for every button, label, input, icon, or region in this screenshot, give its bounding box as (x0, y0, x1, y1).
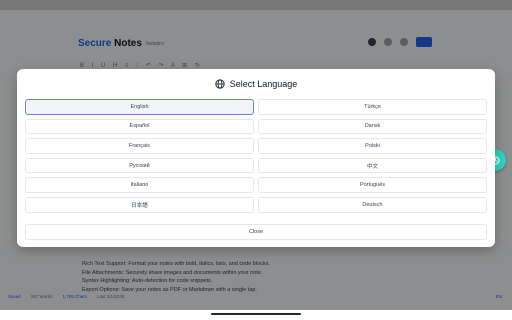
language-dialog: Select Language English Türkçe Español D… (17, 69, 495, 247)
language-option-italian[interactable]: Italiano (25, 177, 254, 193)
language-option-french[interactable]: Français (25, 138, 254, 154)
language-option-polish[interactable]: Polski (258, 138, 487, 154)
close-button[interactable]: Close (25, 224, 487, 240)
language-option-russian[interactable]: Русский (25, 157, 254, 174)
language-option-japanese[interactable]: 日本語 (25, 196, 254, 213)
dialog-header: Select Language (17, 77, 495, 91)
language-option-chinese[interactable]: 中文 (258, 157, 487, 174)
dialog-title: Select Language (229, 79, 298, 89)
language-option-german[interactable]: Deutsch (258, 196, 487, 213)
language-option-portuguese[interactable]: Português (258, 177, 487, 193)
globe-icon (215, 79, 225, 89)
language-option-danish[interactable]: Dansk (258, 118, 487, 135)
language-option-english[interactable]: English (25, 99, 254, 115)
navigation-bar (0, 310, 512, 320)
language-option-turkish[interactable]: Türkçe (258, 99, 487, 115)
home-indicator[interactable] (211, 313, 301, 315)
language-option-spanish[interactable]: Español (25, 118, 254, 135)
language-grid: English Türkçe Español Dansk Français Po… (25, 99, 487, 213)
